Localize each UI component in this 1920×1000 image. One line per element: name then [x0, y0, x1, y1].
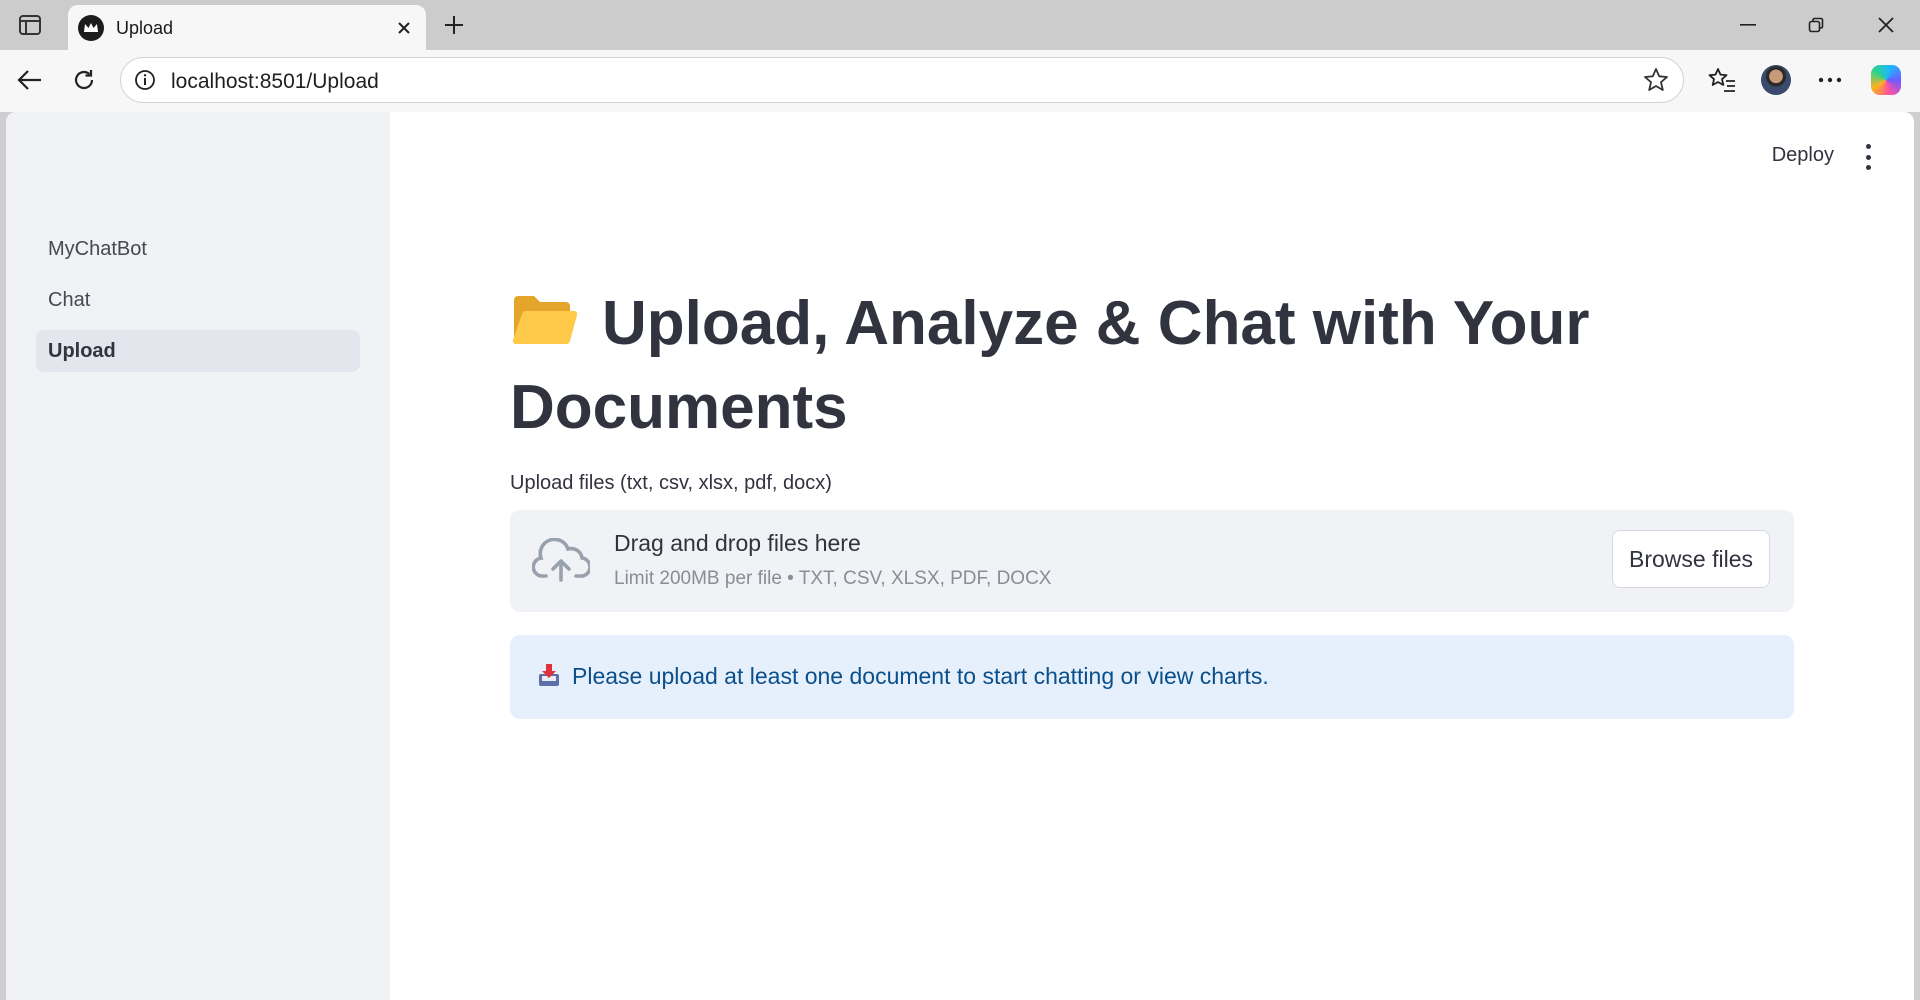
copilot-logo [1871, 65, 1901, 95]
inbox-tray-icon [539, 664, 559, 686]
dropzone-limit-text: Limit 200MB per file • TXT, CSV, XLSX, P… [614, 568, 1052, 589]
cloud-upload-icon [532, 538, 590, 582]
back-arrow-icon[interactable] [12, 62, 48, 98]
sidebar-item-label: Chat [48, 288, 91, 311]
sidebar-item-chat[interactable]: Chat [36, 279, 360, 321]
browser-toolbar: localhost:8501/Upload [0, 50, 1920, 112]
profile-avatar[interactable] [1758, 62, 1794, 98]
dropzone-title: Drag and drop files here [614, 530, 861, 556]
main-menu-kebab-icon[interactable] [1858, 144, 1878, 170]
browse-files-button[interactable]: Browse files [1612, 530, 1770, 588]
page-title: Upload, Analyze & Chat with Your Documen… [510, 284, 1810, 448]
sidebar-item-mychatbot[interactable]: MyChatBot [36, 228, 360, 270]
sidebar: MyChatBot Chat Upload [6, 112, 390, 1000]
streamlit-page: MyChatBot Chat Upload Deploy Upload, Ana… [6, 112, 1914, 1000]
browser-tab-strip: Upload [0, 0, 1920, 51]
file-dropzone[interactable]: Drag and drop files here Limit 200MB per… [510, 510, 1794, 612]
page-title-text: Upload, Analyze & Chat with Your Documen… [510, 289, 1590, 442]
address-url[interactable]: localhost:8501/Upload [171, 70, 379, 94]
tab-actions-icon[interactable] [14, 11, 46, 39]
info-alert: Please upload at least one document to s… [510, 635, 1794, 719]
favorites-list-icon[interactable] [1704, 62, 1740, 98]
reload-icon[interactable] [66, 62, 102, 98]
browser-tab-upload[interactable]: Upload [68, 5, 426, 51]
favorite-star-icon[interactable] [1643, 67, 1669, 93]
main-content: Deploy Upload, Analyze & Chat with Your … [390, 112, 1914, 1000]
sidebar-item-upload[interactable]: Upload [36, 330, 360, 372]
tab-close-icon[interactable] [392, 16, 416, 40]
window-close-icon[interactable] [1864, 8, 1908, 42]
streamlit-crown-icon [78, 15, 104, 41]
site-info-icon[interactable] [133, 68, 157, 92]
restore-icon[interactable] [1794, 8, 1838, 42]
deploy-button[interactable]: Deploy [1772, 144, 1834, 167]
tab-title: Upload [116, 18, 174, 38]
avatar [1761, 65, 1791, 95]
copilot-icon[interactable] [1868, 62, 1904, 98]
minimize-icon[interactable] [1726, 8, 1770, 42]
address-bar[interactable]: localhost:8501/Upload [120, 57, 1684, 103]
sidebar-item-label: MyChatBot [48, 237, 147, 260]
uploader-label: Upload files (txt, csv, xlsx, pdf, docx) [510, 472, 832, 494]
open-folder-icon [510, 288, 578, 368]
more-options-icon[interactable] [1812, 62, 1848, 98]
new-tab-plus-icon[interactable] [438, 9, 470, 41]
sidebar-item-label: Upload [48, 339, 116, 362]
info-message: Please upload at least one document to s… [572, 663, 1269, 689]
